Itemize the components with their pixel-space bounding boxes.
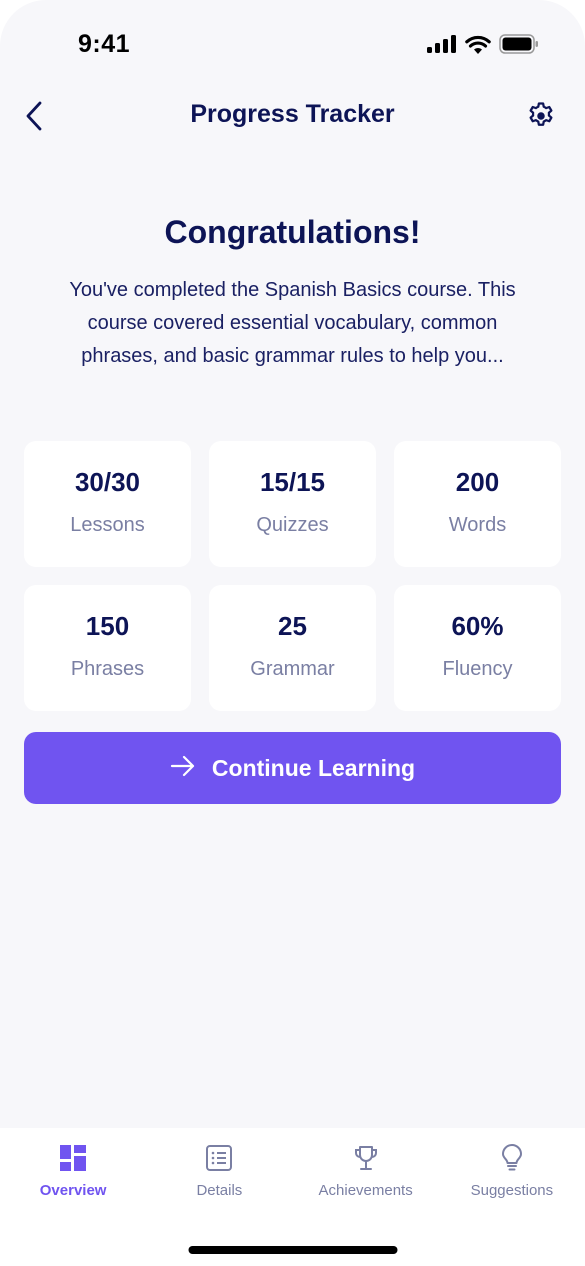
continue-learning-label: Continue Learning [211, 754, 416, 781]
tab-suggestions[interactable]: Suggestions [439, 1142, 585, 1199]
stat-card-words: 200 Words [394, 441, 561, 567]
stat-value: 200 [455, 467, 500, 497]
stat-label: Words [448, 514, 507, 536]
list-icon [203, 1142, 235, 1174]
wifi-icon [465, 35, 491, 59]
page-title: Progress Tracker [190, 100, 395, 128]
header: Progress Tracker [0, 90, 585, 144]
arrow-right-icon [170, 755, 196, 782]
stat-label: Grammar [250, 658, 335, 680]
status-icons [427, 34, 539, 59]
lightbulb-icon [496, 1142, 528, 1174]
home-indicator[interactable] [188, 1246, 397, 1254]
dashboard-icon [57, 1142, 89, 1174]
stats-grid: 30/30 Lessons 15/15 Quizzes 200 Words 15… [24, 441, 561, 711]
stat-label: Lessons [70, 514, 145, 536]
stat-value: 30/30 [74, 467, 141, 497]
course-description: You've completed the Spanish Basics cour… [69, 279, 516, 367]
stat-card-phrases: 150 Phrases [24, 585, 191, 711]
settings-button[interactable] [521, 98, 561, 138]
tab-achievements[interactable]: Achievements [293, 1142, 439, 1199]
stat-label: Phrases [70, 658, 145, 680]
stat-label: Quizzes [256, 514, 329, 536]
status-time: 9:41 [78, 30, 131, 58]
status-bar: 9:41 [0, 0, 585, 90]
tab-overview[interactable]: Overview [0, 1142, 146, 1199]
tab-details[interactable]: Details [146, 1142, 292, 1199]
stat-value: 150 [85, 611, 130, 641]
battery-icon [499, 34, 539, 59]
tab-bar: Overview Details Achievements Suggestion… [0, 1128, 585, 1266]
tab-label: Overview [39, 1182, 107, 1199]
phone-screen: 9:41 Progress Tracker Congratulations! Y… [0, 0, 585, 1266]
gear-icon [526, 101, 556, 136]
signal-icon [427, 35, 457, 58]
stat-card-grammar: 25 Grammar [209, 585, 376, 711]
stat-value: 25 [278, 611, 307, 641]
trophy-icon [350, 1142, 382, 1174]
stat-card-quizzes: 15/15 Quizzes [209, 441, 376, 567]
continue-learning-button[interactable]: Continue Learning [24, 732, 561, 804]
tab-label: Suggestions [470, 1182, 554, 1199]
stat-card-fluency: 60% Fluency [394, 585, 561, 711]
tab-label: Achievements [318, 1182, 413, 1199]
stat-card-lessons: 30/30 Lessons [24, 441, 191, 567]
congratulations-heading: Congratulations! [164, 214, 421, 250]
stat-value: 15/15 [259, 467, 326, 497]
stat-value: 60% [451, 611, 504, 641]
stat-label: Fluency [442, 658, 513, 680]
tab-label: Details [196, 1182, 243, 1199]
